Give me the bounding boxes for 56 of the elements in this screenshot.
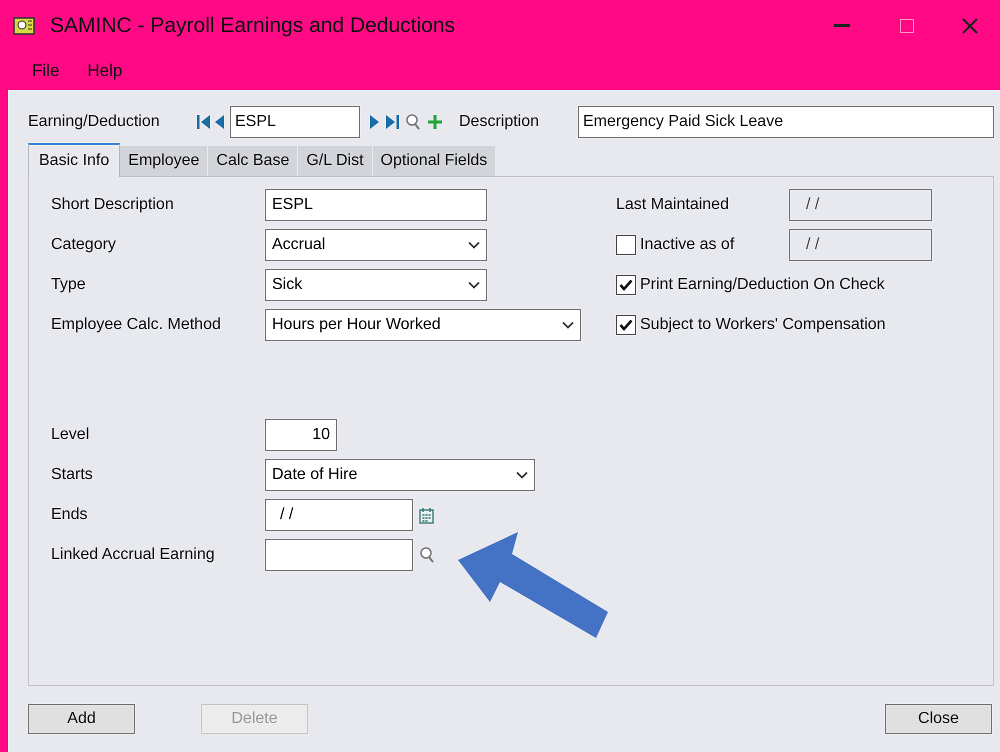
dropdown-field[interactable]: Sick — [265, 269, 487, 301]
tab[interactable]: Calc Base — [208, 146, 298, 176]
field-label: Description — [459, 112, 540, 132]
action-button[interactable]: Add — [28, 704, 135, 734]
field-label: Type — [51, 275, 87, 295]
plus-icon[interactable] — [427, 114, 443, 130]
text-field[interactable]: ESPL — [265, 189, 487, 221]
checkbox[interactable] — [616, 275, 636, 295]
close-icon[interactable] — [962, 18, 978, 34]
field-label: Short Description — [51, 195, 175, 215]
previous-record-icon[interactable] — [215, 114, 224, 130]
dropdown-field[interactable]: Hours per Hour Worked — [265, 309, 581, 341]
chevron-down-icon — [516, 471, 528, 479]
tab[interactable]: Basic Info — [28, 143, 120, 177]
field-label: Level — [51, 425, 90, 445]
checkmark-icon — [619, 279, 633, 291]
last-record-icon[interactable] — [385, 114, 399, 130]
field-label: Linked Accrual Earning — [51, 545, 216, 565]
field-label: Starts — [51, 465, 94, 485]
field-label: Ends — [51, 505, 88, 525]
checkbox[interactable] — [616, 235, 636, 255]
app-icon — [12, 15, 38, 37]
tab[interactable]: G/L Dist — [298, 146, 373, 176]
search-icon[interactable] — [405, 113, 421, 131]
calendar-icon[interactable] — [419, 506, 434, 524]
checkbox-label: Inactive as of — [640, 235, 734, 255]
menu-item[interactable]: File — [32, 58, 60, 84]
dropdown-field[interactable]: Accrual — [265, 229, 487, 261]
minimize-icon[interactable] — [834, 24, 850, 28]
dropdown-field[interactable]: Date of Hire — [265, 459, 535, 491]
search-icon[interactable] — [419, 546, 435, 564]
action-button[interactable]: Close — [885, 704, 992, 734]
chevron-down-icon — [468, 241, 480, 249]
field-label: Employee Calc. Method — [51, 315, 222, 335]
description-field[interactable]: Emergency Paid Sick Leave — [578, 106, 994, 138]
checkbox-label: Subject to Workers' Compensation — [640, 315, 886, 335]
tab[interactable]: Optional Fields — [372, 146, 496, 176]
next-record-icon[interactable] — [370, 114, 379, 130]
checkmark-icon — [619, 319, 633, 331]
date-field: / / — [789, 229, 932, 261]
window-title: SAMINC - Payroll Earnings and Deductions — [50, 13, 456, 40]
field-label: Earning/Deduction — [28, 112, 161, 132]
menu-item[interactable]: Help — [87, 58, 122, 84]
field-label: Last Maintained — [616, 195, 730, 215]
first-record-icon[interactable] — [197, 114, 211, 130]
chevron-down-icon — [562, 321, 574, 329]
code-field[interactable]: ESPL — [230, 106, 360, 138]
number-field[interactable]: 10 — [265, 419, 337, 451]
date-field: / / — [789, 189, 932, 221]
tab[interactable]: Employee — [120, 146, 208, 176]
checkbox[interactable] — [616, 315, 636, 335]
date-field[interactable]: / / — [265, 499, 413, 531]
lookup-field[interactable] — [265, 539, 413, 571]
checkbox-label: Print Earning/Deduction On Check — [640, 275, 885, 295]
field-label: Category — [51, 235, 117, 255]
chevron-down-icon — [468, 281, 480, 289]
